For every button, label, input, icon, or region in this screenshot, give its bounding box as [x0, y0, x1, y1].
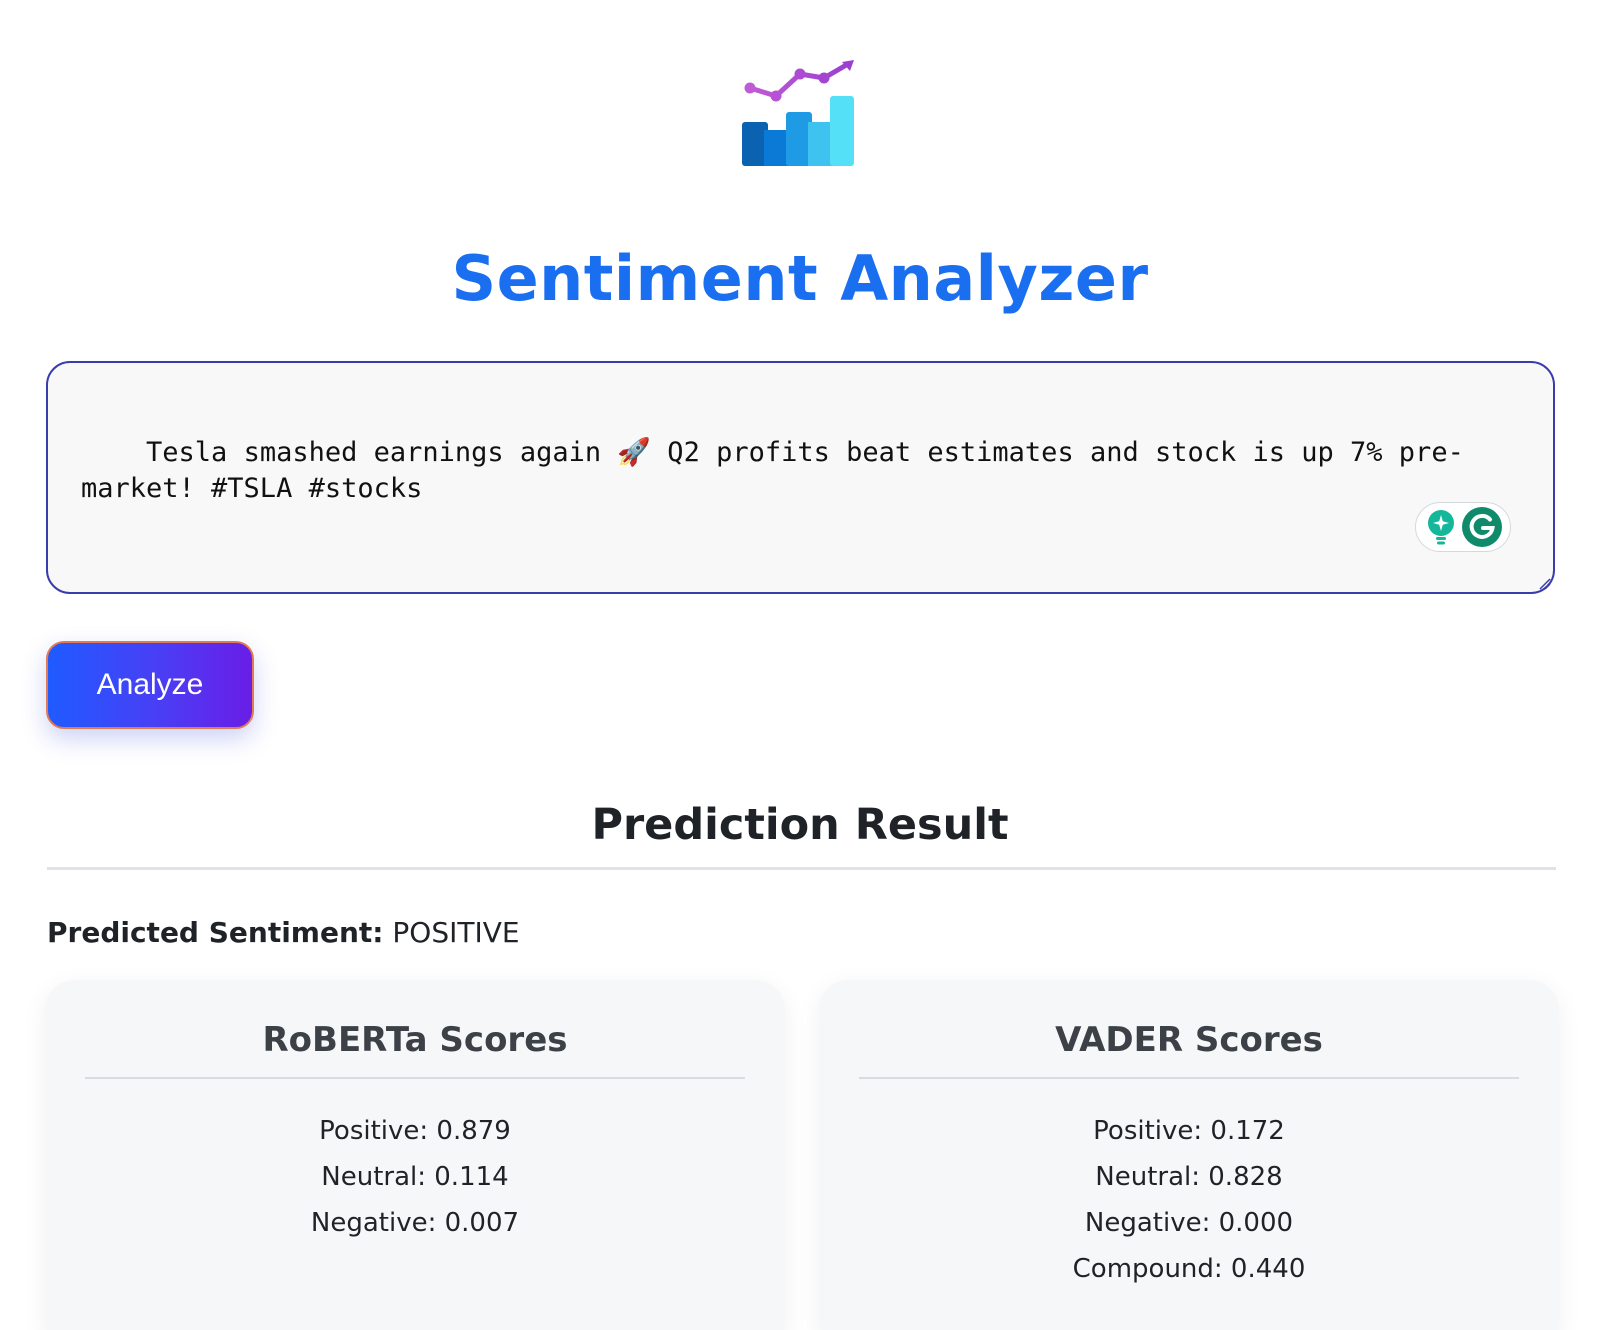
- score-list: Positive: 0.172 Neutral: 0.828 Negative:…: [819, 1108, 1559, 1292]
- divider: [859, 1077, 1519, 1079]
- score-positive: Positive: 0.172: [1093, 1116, 1285, 1146]
- page-title: Sentiment Analyzer: [451, 242, 1149, 315]
- lightbulb-icon[interactable]: [1424, 508, 1458, 546]
- resize-handle-icon[interactable]: [1537, 576, 1551, 590]
- text-input[interactable]: Tesla smashed earnings again 🚀 Q2 profit…: [46, 361, 1555, 594]
- predicted-sentiment-label: Predicted Sentiment:: [47, 916, 384, 949]
- chart-logo-icon: [742, 60, 854, 166]
- predicted-sentiment-value: POSITIVE: [392, 916, 520, 949]
- vader-scores-card: VADER Scores Positive: 0.172 Neutral: 0.…: [819, 980, 1559, 1330]
- divider: [85, 1077, 745, 1079]
- result-heading: Prediction Result: [591, 800, 1009, 850]
- page: Sentiment Analyzer Tesla smashed earning…: [0, 0, 1600, 1330]
- predicted-sentiment: Predicted Sentiment: POSITIVE: [47, 916, 520, 949]
- score-list: Positive: 0.879 Neutral: 0.114 Negative:…: [45, 1108, 785, 1246]
- analyze-button[interactable]: Analyze: [46, 641, 254, 729]
- text-input-value[interactable]: Tesla smashed earnings again 🚀 Q2 profit…: [81, 437, 1464, 504]
- score-neutral: Neutral: 0.114: [321, 1162, 509, 1192]
- score-negative: Negative: 0.007: [310, 1208, 520, 1238]
- grammarly-icon[interactable]: [1461, 506, 1503, 548]
- grammarly-widget[interactable]: [1415, 502, 1511, 552]
- score-positive: Positive: 0.879: [319, 1116, 511, 1146]
- divider: [47, 867, 1556, 870]
- score-neutral: Neutral: 0.828: [1095, 1162, 1283, 1192]
- card-title: VADER Scores: [1055, 1020, 1323, 1060]
- card-title: RoBERTa Scores: [262, 1020, 568, 1060]
- roberta-scores-card: RoBERTa Scores Positive: 0.879 Neutral: …: [45, 980, 785, 1330]
- score-negative: Negative: 0.000: [1084, 1208, 1294, 1238]
- score-compound: Compound: 0.440: [1072, 1254, 1306, 1284]
